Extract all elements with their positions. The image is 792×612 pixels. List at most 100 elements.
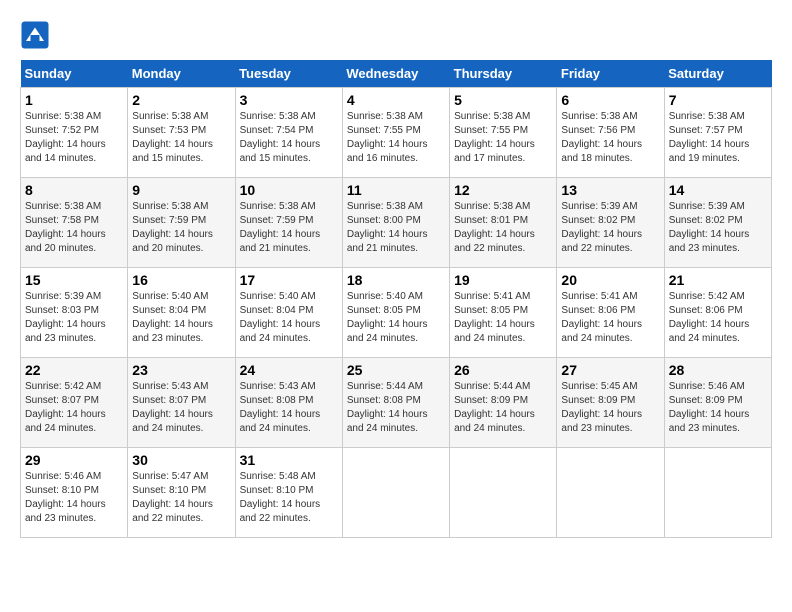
day-number: 24 <box>240 362 338 378</box>
day-info: Sunrise: 5:38 AM Sunset: 7:59 PM Dayligh… <box>132 200 230 256</box>
day-info: Sunrise: 5:38 AM Sunset: 7:53 PM Dayligh… <box>132 110 230 166</box>
day-number: 16 <box>132 272 230 288</box>
day-info: Sunrise: 5:45 AM Sunset: 8:09 PM Dayligh… <box>561 380 659 436</box>
calendar-cell: 24Sunrise: 5:43 AM Sunset: 8:08 PM Dayli… <box>235 358 342 448</box>
day-number: 12 <box>454 182 552 198</box>
day-info: Sunrise: 5:38 AM Sunset: 7:55 PM Dayligh… <box>454 110 552 166</box>
calendar-cell: 15 Sunrise: 5:39 AM Sunset: 8:03 PM Dayli… <box>21 268 128 358</box>
day-info: Sunrise: 5:39 AM Sunset: 8:02 PM Dayligh… <box>669 200 767 256</box>
day-info: Sunrise: 5:43 AM Sunset: 8:07 PM Dayligh… <box>132 380 230 436</box>
day-info: Sunrise: 5:41 AM Sunset: 8:05 PM Dayligh… <box>454 290 552 346</box>
calendar-cell: 21Sunrise: 5:42 AM Sunset: 8:06 PM Dayli… <box>664 268 771 358</box>
day-number: 14 <box>669 182 767 198</box>
day-info: Sunrise: 5:44 AM Sunset: 8:09 PM Dayligh… <box>454 380 552 436</box>
header-monday: Monday <box>128 60 235 88</box>
calendar-cell: 2 Sunrise: 5:38 AM Sunset: 7:53 PM Daylig… <box>128 88 235 178</box>
calendar-cell <box>342 448 449 538</box>
day-number: 20 <box>561 272 659 288</box>
day-info: Sunrise: 5:40 AM Sunset: 8:05 PM Dayligh… <box>347 290 445 346</box>
calendar-cell: 19Sunrise: 5:41 AM Sunset: 8:05 PM Dayli… <box>450 268 557 358</box>
calendar-week-2: 8 Sunrise: 5:38 AM Sunset: 7:58 PM Daylig… <box>21 178 772 268</box>
day-info: Sunrise: 5:38 AM Sunset: 7:52 PM Dayligh… <box>25 110 123 166</box>
calendar-cell: 12 Sunrise: 5:38 AM Sunset: 8:01 PM Dayli… <box>450 178 557 268</box>
day-info: Sunrise: 5:44 AM Sunset: 8:08 PM Dayligh… <box>347 380 445 436</box>
header-saturday: Saturday <box>664 60 771 88</box>
calendar-cell: 28 Sunrise: 5:46 AM Sunset: 8:09 PM Dayli… <box>664 358 771 448</box>
calendar-week-5: 29 Sunrise: 5:46 AM Sunset: 8:10 PM Dayli… <box>21 448 772 538</box>
day-info: Sunrise: 5:41 AM Sunset: 8:06 PM Dayligh… <box>561 290 659 346</box>
calendar-cell: 3 Sunrise: 5:38 AM Sunset: 7:54 PM Daylig… <box>235 88 342 178</box>
day-info: Sunrise: 5:38 AM Sunset: 7:58 PM Dayligh… <box>25 200 123 256</box>
calendar-cell: 17Sunrise: 5:40 AM Sunset: 8:04 PM Dayli… <box>235 268 342 358</box>
calendar-cell: 1 Sunrise: 5:38 AM Sunset: 7:52 PM Daylig… <box>21 88 128 178</box>
day-number: 6 <box>561 92 659 108</box>
day-number: 7 <box>669 92 767 108</box>
header-wednesday: Wednesday <box>342 60 449 88</box>
calendar-cell: 26 Sunrise: 5:44 AM Sunset: 8:09 PM Dayli… <box>450 358 557 448</box>
logo <box>20 20 54 50</box>
day-number: 10 <box>240 182 338 198</box>
day-number: 11 <box>347 182 445 198</box>
day-number: 13 <box>561 182 659 198</box>
calendar-cell: 18 Sunrise: 5:40 AM Sunset: 8:05 PM Dayli… <box>342 268 449 358</box>
logo-icon <box>20 20 50 50</box>
calendar-cell: 13 Sunrise: 5:39 AM Sunset: 8:02 PM Dayli… <box>557 178 664 268</box>
day-number: 8 <box>25 182 123 198</box>
day-number: 29 <box>25 452 123 468</box>
header-friday: Friday <box>557 60 664 88</box>
calendar-cell: 6 Sunrise: 5:38 AM Sunset: 7:56 PM Daylig… <box>557 88 664 178</box>
day-number: 2 <box>132 92 230 108</box>
day-number: 17 <box>240 272 338 288</box>
calendar-cell: 22Sunrise: 5:42 AM Sunset: 8:07 PM Dayli… <box>21 358 128 448</box>
calendar-cell: 23 Sunrise: 5:43 AM Sunset: 8:07 PM Dayli… <box>128 358 235 448</box>
day-info: Sunrise: 5:46 AM Sunset: 8:09 PM Dayligh… <box>669 380 767 436</box>
day-number: 22 <box>25 362 123 378</box>
day-number: 18 <box>347 272 445 288</box>
calendar-cell: 9 Sunrise: 5:38 AM Sunset: 7:59 PM Daylig… <box>128 178 235 268</box>
day-number: 5 <box>454 92 552 108</box>
day-info: Sunrise: 5:38 AM Sunset: 7:59 PM Dayligh… <box>240 200 338 256</box>
day-info: Sunrise: 5:38 AM Sunset: 7:54 PM Dayligh… <box>240 110 338 166</box>
calendar-cell: 10 Sunrise: 5:38 AM Sunset: 7:59 PM Dayli… <box>235 178 342 268</box>
calendar-cell: 30Sunrise: 5:47 AM Sunset: 8:10 PM Dayli… <box>128 448 235 538</box>
day-info: Sunrise: 5:40 AM Sunset: 8:04 PM Dayligh… <box>132 290 230 346</box>
calendar-table: SundayMondayTuesdayWednesdayThursdayFrid… <box>20 60 772 538</box>
day-number: 30 <box>132 452 230 468</box>
calendar-cell: 16 Sunrise: 5:40 AM Sunset: 8:04 PM Dayli… <box>128 268 235 358</box>
calendar-cell <box>557 448 664 538</box>
calendar-week-1: 1 Sunrise: 5:38 AM Sunset: 7:52 PM Daylig… <box>21 88 772 178</box>
calendar-cell: 4Sunrise: 5:38 AM Sunset: 7:55 PM Daylig… <box>342 88 449 178</box>
day-number: 27 <box>561 362 659 378</box>
day-info: Sunrise: 5:38 AM Sunset: 7:57 PM Dayligh… <box>669 110 767 166</box>
calendar-cell: 31Sunrise: 5:48 AM Sunset: 8:10 PM Dayli… <box>235 448 342 538</box>
header <box>20 20 772 50</box>
calendar-cell: 27 Sunrise: 5:45 AM Sunset: 8:09 PM Dayli… <box>557 358 664 448</box>
day-number: 4 <box>347 92 445 108</box>
calendar-cell: 14 Sunrise: 5:39 AM Sunset: 8:02 PM Dayli… <box>664 178 771 268</box>
day-number: 1 <box>25 92 123 108</box>
day-info: Sunrise: 5:39 AM Sunset: 8:03 PM Dayligh… <box>25 290 123 346</box>
day-info: Sunrise: 5:38 AM Sunset: 7:56 PM Dayligh… <box>561 110 659 166</box>
day-number: 23 <box>132 362 230 378</box>
day-info: Sunrise: 5:38 AM Sunset: 8:01 PM Dayligh… <box>454 200 552 256</box>
day-info: Sunrise: 5:48 AM Sunset: 8:10 PM Dayligh… <box>240 470 338 526</box>
calendar-cell <box>664 448 771 538</box>
day-number: 28 <box>669 362 767 378</box>
calendar-cell: 5 Sunrise: 5:38 AM Sunset: 7:55 PM Daylig… <box>450 88 557 178</box>
day-number: 9 <box>132 182 230 198</box>
header-sunday: Sunday <box>21 60 128 88</box>
calendar-cell <box>450 448 557 538</box>
calendar-cell: 20 Sunrise: 5:41 AM Sunset: 8:06 PM Dayli… <box>557 268 664 358</box>
day-info: Sunrise: 5:39 AM Sunset: 8:02 PM Dayligh… <box>561 200 659 256</box>
header-tuesday: Tuesday <box>235 60 342 88</box>
calendar-cell: 8 Sunrise: 5:38 AM Sunset: 7:58 PM Daylig… <box>21 178 128 268</box>
day-number: 26 <box>454 362 552 378</box>
calendar-week-4: 22Sunrise: 5:42 AM Sunset: 8:07 PM Dayli… <box>21 358 772 448</box>
day-number: 21 <box>669 272 767 288</box>
calendar-header-row: SundayMondayTuesdayWednesdayThursdayFrid… <box>21 60 772 88</box>
day-number: 3 <box>240 92 338 108</box>
calendar-cell: 7 Sunrise: 5:38 AM Sunset: 7:57 PM Daylig… <box>664 88 771 178</box>
day-number: 15 <box>25 272 123 288</box>
calendar-cell: 25Sunrise: 5:44 AM Sunset: 8:08 PM Dayli… <box>342 358 449 448</box>
day-info: Sunrise: 5:46 AM Sunset: 8:10 PM Dayligh… <box>25 470 123 526</box>
